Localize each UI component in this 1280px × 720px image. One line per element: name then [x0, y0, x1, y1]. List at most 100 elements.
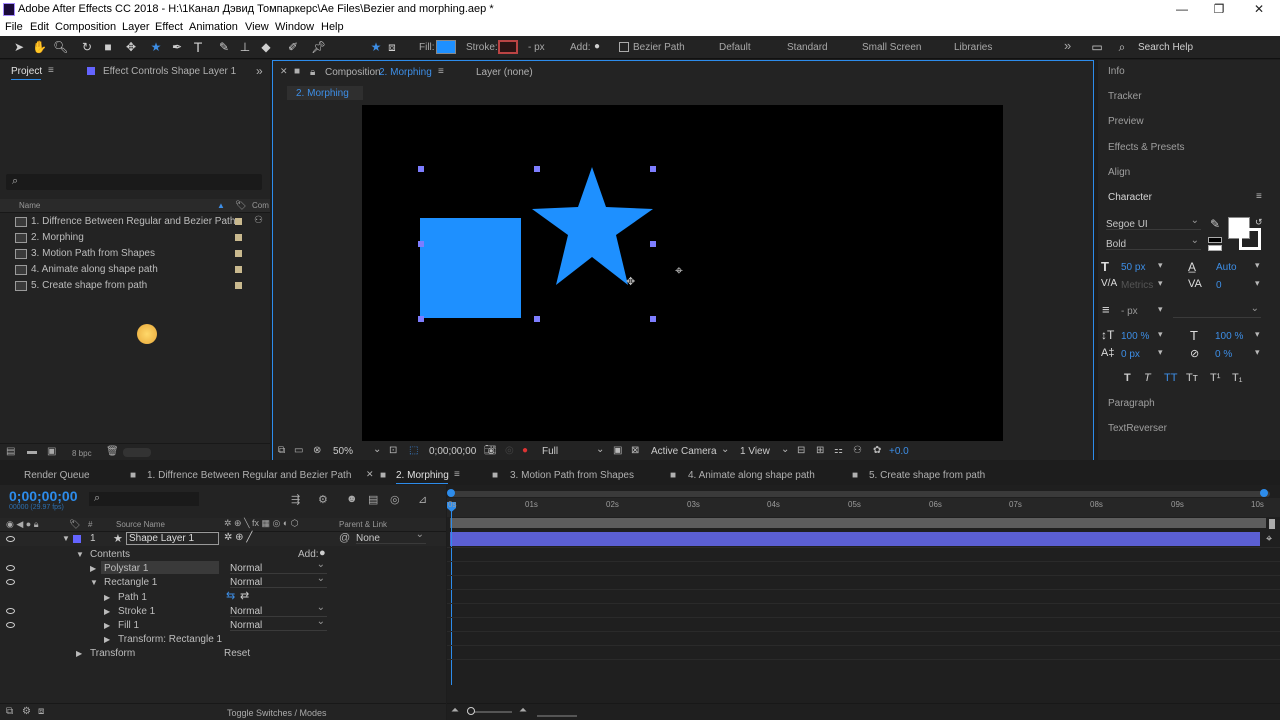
- bounding-box-handle[interactable]: [418, 241, 424, 247]
- expand-triangle-icon[interactable]: ▼: [76, 550, 84, 559]
- blend-mode-dropdown[interactable]: Normal: [230, 616, 327, 631]
- interpret-footage-icon[interactable]: ▤: [6, 446, 15, 457]
- menu-window[interactable]: Window: [275, 21, 314, 33]
- search-help-icon[interactable]: ⌕: [1115, 40, 1129, 54]
- draft-3d-icon[interactable]: ⚙: [318, 493, 328, 506]
- collapsed-triangle-icon[interactable]: ▶: [90, 564, 96, 573]
- stroke-swatch[interactable]: [498, 40, 518, 54]
- menu-layer[interactable]: Layer: [122, 21, 150, 33]
- effect-controls-tab[interactable]: Effect Controls Shape Layer 1: [103, 66, 236, 77]
- expand-triangle-icon[interactable]: ▼: [62, 534, 70, 543]
- layer-tab[interactable]: Layer (none): [476, 67, 533, 78]
- label-swatch[interactable]: [235, 282, 242, 289]
- visibility-eye-icon[interactable]: [6, 579, 15, 585]
- eraser-tool-icon[interactable]: ◆: [259, 40, 273, 54]
- tracking-value[interactable]: 0: [1216, 280, 1222, 291]
- graph-editor-icon[interactable]: ⊿: [418, 493, 427, 506]
- menu-composition[interactable]: Composition: [55, 21, 116, 33]
- toggle-switches-modes[interactable]: Toggle Switches / Modes: [227, 708, 327, 718]
- visibility-eye-icon[interactable]: [6, 608, 15, 614]
- font-style-dropdown[interactable]: Bold: [1106, 235, 1201, 250]
- expand-triangle-icon[interactable]: ▼: [90, 578, 98, 587]
- preview-panel-tab[interactable]: Preview: [1108, 116, 1144, 127]
- frame-blend-icon[interactable]: ▤: [368, 493, 378, 506]
- new-folder-icon[interactable]: ▬: [27, 446, 37, 457]
- project-menu-icon[interactable]: ≡: [48, 65, 54, 76]
- bounding-box-handle[interactable]: [418, 316, 424, 322]
- selection-tool-icon[interactable]: ➤: [12, 40, 26, 54]
- visibility-eye-icon[interactable]: [6, 565, 15, 571]
- tracker-panel-tab[interactable]: Tracker: [1108, 91, 1142, 102]
- comp-tab-icon[interactable]: ■: [492, 470, 498, 481]
- new-composition-icon[interactable]: ▣: [47, 446, 56, 457]
- comp-tab-icon[interactable]: ■: [380, 470, 386, 481]
- resolution-dropdown[interactable]: Full: [542, 446, 558, 457]
- transparency-grid-icon[interactable]: ⬚: [409, 445, 418, 456]
- menu-file[interactable]: File: [5, 21, 23, 33]
- reset-link[interactable]: Reset: [224, 648, 250, 659]
- switches-icons[interactable]: ✲ ⊕ ╲ fx ▦ ◎ ◐ ⬡: [224, 518, 299, 529]
- timeline-tab-5[interactable]: 5. Create shape from path: [869, 470, 985, 481]
- faux-italic-button[interactable]: T: [1144, 372, 1151, 384]
- playhead-line[interactable]: [451, 505, 452, 685]
- horizontal-scale-value[interactable]: 100 %: [1215, 331, 1243, 342]
- chevron-down-icon[interactable]: ▾: [1255, 347, 1260, 358]
- maximize-button[interactable]: ❐: [1209, 2, 1229, 16]
- font-family-dropdown[interactable]: Segoe UI: [1106, 215, 1201, 230]
- menu-effect[interactable]: Effect: [155, 21, 183, 33]
- faux-bold-button[interactable]: T: [1124, 372, 1131, 384]
- collapsed-triangle-icon[interactable]: ▶: [104, 593, 110, 602]
- comp-tab-icon[interactable]: ■: [852, 470, 858, 481]
- timeline-icon[interactable]: ⚏: [834, 445, 843, 456]
- chevron-down-icon[interactable]: ⌄: [373, 444, 381, 455]
- rect-transform-property[interactable]: Transform: Rectangle 1: [118, 634, 222, 645]
- no-fill-swatch[interactable]: [1208, 237, 1222, 243]
- project-item[interactable]: 5. Create shape from path: [0, 279, 270, 294]
- character-menu-icon[interactable]: ≡: [1256, 191, 1262, 202]
- work-area-start-handle[interactable]: [447, 489, 455, 497]
- anchor-point-icon[interactable]: ⌖: [675, 262, 683, 279]
- workspace-small-screen[interactable]: Small Screen: [862, 42, 921, 53]
- workspace-default[interactable]: Default: [719, 42, 751, 53]
- fill-swatch[interactable]: [436, 40, 456, 54]
- close-button[interactable]: ✕: [1249, 2, 1269, 16]
- path-direction-icon[interactable]: ⇄: [240, 589, 249, 602]
- collapsed-triangle-icon[interactable]: ▶: [104, 621, 110, 630]
- vertical-scale-value[interactable]: 100 %: [1121, 331, 1149, 342]
- workspace-libraries[interactable]: Libraries: [954, 42, 992, 53]
- info-panel-tab[interactable]: Info: [1108, 66, 1125, 77]
- chevron-down-icon[interactable]: ▾: [1158, 278, 1163, 289]
- chevron-down-icon[interactable]: ⌄: [721, 444, 729, 455]
- current-time-display[interactable]: 0;00;00;00: [429, 446, 476, 457]
- label-column-icon[interactable]: 🏷︎: [235, 200, 246, 211]
- lock-icon[interactable]: ■: [294, 66, 300, 77]
- project-search-input[interactable]: ⌕: [6, 174, 262, 190]
- project-item[interactable]: 2. Morphing: [0, 231, 270, 246]
- blend-mode-dropdown[interactable]: Normal: [230, 602, 327, 617]
- source-name-column[interactable]: Source Name: [116, 520, 165, 529]
- reset-exposure-icon[interactable]: ✿: [873, 445, 881, 456]
- add-dropdown-icon[interactable]: ●: [590, 40, 604, 54]
- menu-animation[interactable]: Animation: [189, 21, 238, 33]
- label-swatch[interactable]: [235, 218, 242, 225]
- chevron-down-icon[interactable]: ▾: [1158, 304, 1163, 315]
- time-navigator-end[interactable]: [1269, 519, 1275, 529]
- font-size-value[interactable]: 50 px: [1121, 262, 1145, 273]
- comment-column[interactable]: Com: [252, 201, 269, 210]
- region-icon[interactable]: ▭: [294, 445, 303, 456]
- project-item[interactable]: 3. Motion Path from Shapes: [0, 247, 270, 262]
- layer-duration-bar[interactable]: [450, 532, 1260, 546]
- label-swatch[interactable]: [235, 234, 242, 241]
- chevron-down-icon[interactable]: ▾: [1255, 329, 1260, 340]
- bit-depth[interactable]: 8 bpc: [72, 449, 92, 458]
- number-column[interactable]: #: [88, 520, 92, 529]
- comp-breadcrumb[interactable]: 2. Morphing: [287, 86, 363, 100]
- in-out-icon[interactable]: ⧈: [38, 706, 44, 717]
- layer-switches-toggle-icon[interactable]: ⧉: [6, 706, 13, 717]
- blend-mode-dropdown[interactable]: Normal: [230, 559, 327, 574]
- menu-edit[interactable]: Edit: [30, 21, 49, 33]
- zoom-tool-icon[interactable]: 🔍︎: [53, 40, 68, 54]
- project-item[interactable]: 1. Diffrence Between Regular and Bezier …: [0, 215, 270, 230]
- chevron-down-icon[interactable]: ▾: [1158, 260, 1163, 271]
- bounding-box-handle[interactable]: [650, 316, 656, 322]
